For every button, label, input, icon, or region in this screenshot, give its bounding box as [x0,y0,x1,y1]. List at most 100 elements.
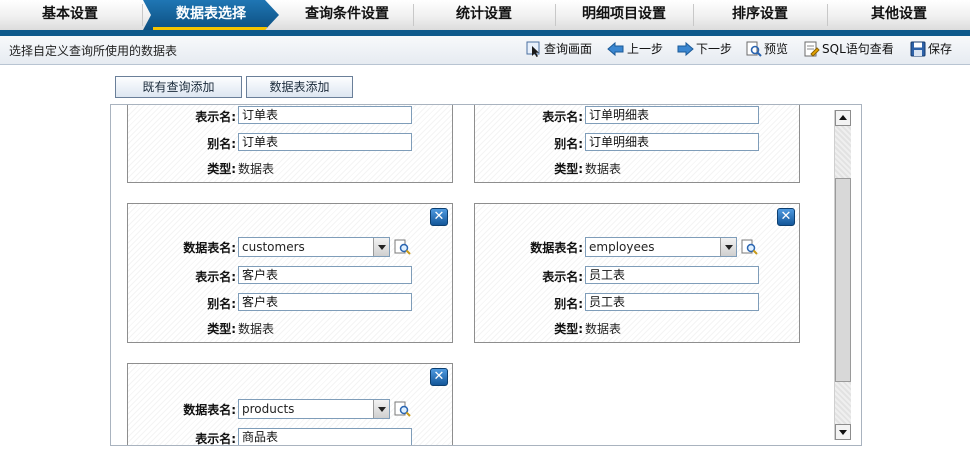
alias-label: 别名: [207,297,236,311]
sql-doc-icon [804,41,820,57]
table-name-select[interactable]: employees [585,237,737,257]
tab-basic-settings[interactable]: 基本设置 [0,0,140,30]
type-value: 数据表 [585,162,622,176]
tab-statistics[interactable]: 统计设置 [414,0,554,30]
table-card: 表示名: 订单表 别名: 订单表 类型: 数据表 [127,105,453,183]
type-value: 数据表 [238,162,275,176]
alias-row: 别名: 订单明细表 [475,133,799,153]
display-name-input[interactable]: 商品表 [238,428,412,445]
alias-label: 别名: [207,137,236,151]
type-label: 类型: [207,162,236,176]
display-name-row: 表示名: 客户表 [128,266,452,286]
tab-table-selection[interactable]: 数据表选择 [143,0,279,30]
sql-view-button[interactable]: SQL语句查看 [804,40,894,58]
arrow-right-icon [677,41,694,57]
display-name-label: 表示名: [195,432,236,446]
floppy-disk-icon [910,41,926,57]
type-value: 数据表 [585,322,622,336]
type-row: 类型: 数据表 [475,318,799,338]
table-name-label: 数据表名: [530,241,583,255]
tab-detail-items[interactable]: 明细项目设置 [556,0,692,30]
preview-icon [746,41,762,57]
display-name-input[interactable]: 订单表 [238,106,412,124]
tab-sort-settings[interactable]: 排序设置 [694,0,826,30]
chevron-down-icon[interactable] [373,238,389,256]
alias-row: 别名: 客户表 [128,293,452,313]
chevron-down-icon[interactable] [720,238,736,256]
display-name-input[interactable]: 员工表 [585,266,759,284]
table-lookup-icon[interactable] [394,401,412,417]
vertical-scrollbar[interactable] [834,110,851,440]
table-list-panel: 表示名: 订单表 别名: 订单表 类型: 数据表 表示名: 订单明细表 别名: … [110,104,862,446]
type-label: 类型: [554,162,583,176]
scroll-up-arrow-icon[interactable] [835,110,851,126]
wizard-tab-bar: 基本设置 数据表选择 查询条件设置 统计设置 明细项目设置 排序设置 其他设置 [0,0,970,36]
type-value: 数据表 [238,322,275,336]
save-button[interactable]: 保存 [910,40,952,58]
preview-button[interactable]: 预览 [746,40,788,58]
type-row: 类型: 数据表 [128,158,452,178]
display-name-row: 表示名: 订单明细表 [475,106,799,126]
table-name-value: employees [589,240,655,254]
table-card: ✕ 数据表名: employees 表示名: 员工表 别名: 员工表 类型: 数… [474,203,800,343]
alias-input[interactable]: 订单明细表 [585,133,759,151]
scroll-thumb[interactable] [835,178,851,382]
display-name-label: 表示名: [195,270,236,284]
alias-row: 别名: 订单表 [128,133,452,153]
chevron-down-icon[interactable] [373,400,389,418]
add-table-button[interactable]: 数据表添加 [246,76,353,98]
alias-input[interactable]: 员工表 [585,293,759,311]
table-name-label: 数据表名: [183,403,236,417]
display-name-input[interactable]: 客户表 [238,266,412,284]
toolbar: 选择自定义查询所使用的数据表 查询画面 上一步 下一步 预览 SQL语句查看 保… [0,36,970,65]
preview-label: 预览 [764,42,789,56]
type-row: 类型: 数据表 [475,158,799,178]
table-name-value: customers [242,240,305,254]
display-name-label: 表示名: [542,270,583,284]
table-name-select[interactable]: customers [238,237,390,257]
scroll-down-arrow-icon[interactable] [835,424,851,440]
remove-table-button[interactable]: ✕ [430,368,448,386]
query-screen-label: 查询画面 [544,42,593,56]
display-name-label: 表示名: [195,110,236,124]
table-name-label: 数据表名: [183,241,236,255]
arrow-left-icon [607,41,624,57]
tab-divider [142,4,143,26]
type-label: 类型: [554,322,583,336]
table-card: 表示名: 订单明细表 别名: 订单明细表 类型: 数据表 [474,105,800,183]
table-name-value: products [242,402,295,416]
display-name-row: 表示名: 员工表 [475,266,799,286]
prev-step-label: 上一步 [627,42,664,56]
table-card: ✕ 数据表名: customers 表示名: 客户表 别名: 客户表 类型: 数… [127,203,453,343]
alias-input[interactable]: 订单表 [238,133,412,151]
alias-label: 别名: [554,137,583,151]
table-name-row: 数据表名: products [128,399,452,419]
remove-table-button[interactable]: ✕ [430,208,448,226]
display-name-row: 表示名: 订单表 [128,106,452,126]
query-screen-button[interactable]: 查询画面 [526,40,592,58]
alias-row: 别名: 员工表 [475,293,799,313]
add-existing-query-button[interactable]: 既有查询添加 [115,76,242,98]
table-lookup-icon[interactable] [394,239,412,255]
table-lookup-icon[interactable] [741,239,759,255]
page-hint: 选择自定义查询所使用的数据表 [9,44,178,58]
tab-other-settings[interactable]: 其他设置 [828,0,970,30]
alias-label: 别名: [554,297,583,311]
alias-input[interactable]: 客户表 [238,293,412,311]
display-name-label: 表示名: [542,110,583,124]
next-step-label: 下一步 [696,42,733,56]
cursor-icon [526,41,540,57]
type-label: 类型: [207,322,236,336]
next-step-button[interactable]: 下一步 [676,40,732,58]
table-name-select[interactable]: products [238,399,390,419]
save-label: 保存 [928,42,953,56]
type-row: 类型: 数据表 [128,318,452,338]
remove-table-button[interactable]: ✕ [777,208,795,226]
tab-query-conditions[interactable]: 查询条件设置 [282,0,412,30]
display-name-row: 表示名: 商品表 [128,428,452,446]
sql-view-label: SQL语句查看 [822,42,894,56]
prev-step-button[interactable]: 上一步 [607,40,663,58]
table-card: ✕ 数据表名: products 表示名: 商品表 [127,363,453,446]
table-name-row: 数据表名: employees [475,237,799,257]
display-name-input[interactable]: 订单明细表 [585,106,759,124]
